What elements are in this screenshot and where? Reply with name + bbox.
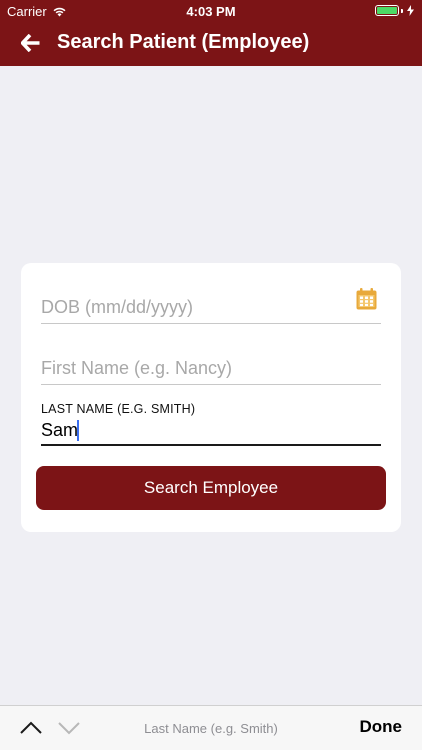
keyboard-toolbar: Last Name (e.g. Smith) Done: [0, 705, 422, 750]
search-form-card: LAST NAME (E.G. SMITH) Search Employee: [21, 263, 401, 532]
battery-indicator: [375, 5, 414, 16]
done-button[interactable]: Done: [360, 717, 403, 737]
charging-bolt-icon: [407, 5, 414, 16]
first-name-input[interactable]: [41, 352, 381, 384]
dob-field: [41, 288, 381, 324]
back-button[interactable]: [18, 30, 44, 56]
battery-icon: [375, 5, 399, 16]
last-name-label: LAST NAME (E.G. SMITH): [41, 402, 196, 416]
text-cursor: [77, 420, 79, 441]
last-name-field: LAST NAME (E.G. SMITH): [41, 398, 381, 446]
status-time: 4:03 PM: [186, 4, 236, 19]
page-title: Search Patient (Employee): [57, 31, 310, 53]
first-name-field: [41, 352, 381, 385]
arrow-left-icon: [21, 34, 40, 52]
dob-input[interactable]: [41, 291, 341, 323]
calendar-icon[interactable]: [356, 288, 377, 310]
status-bar: Carrier 4:03 PM: [0, 0, 422, 22]
battery-level: [377, 7, 397, 14]
search-employee-button[interactable]: Search Employee: [36, 466, 386, 510]
last-name-input[interactable]: [41, 418, 381, 442]
app-header: Carrier 4:03 PM Search Patient (Employee…: [0, 0, 422, 66]
